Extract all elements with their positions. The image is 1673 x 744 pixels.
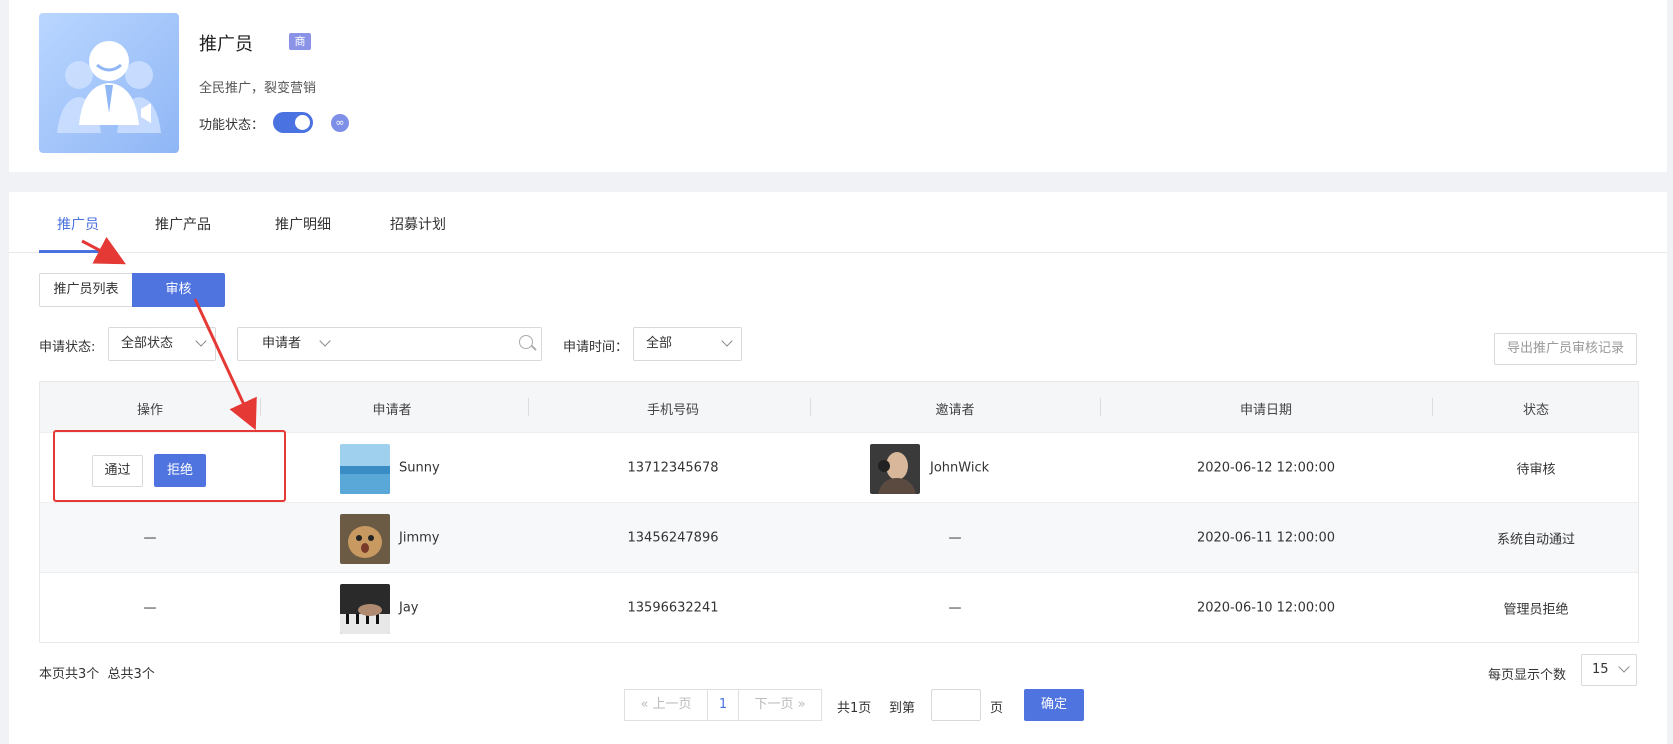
- page-number-button[interactable]: 1: [707, 689, 739, 721]
- status-text: 待审核: [1516, 462, 1556, 477]
- page-count-text: 本页共3个: [39, 667, 100, 682]
- applicant-avatar: [340, 444, 390, 494]
- total-count-text: 总共3个: [107, 667, 155, 682]
- apply-time-select[interactable]: 全部: [633, 327, 742, 361]
- segment-audit[interactable]: 审核: [132, 273, 225, 307]
- double-chevron-right-icon: »: [797, 697, 806, 712]
- next-page-label: 下一页: [754, 697, 794, 712]
- shop-badge: 商: [289, 33, 311, 50]
- applicant-name: Jimmy: [399, 530, 440, 545]
- reject-button[interactable]: 拒绝: [154, 454, 206, 487]
- status-text: 系统自动通过: [1496, 532, 1576, 547]
- total-pages-text: 共1页: [837, 701, 872, 716]
- inviter-name: —: [948, 530, 962, 545]
- column-header-phone: 手机号码: [646, 403, 700, 418]
- double-chevron-left-icon: «: [640, 697, 649, 712]
- page-summary: 本页共3个 总共3个: [39, 663, 155, 682]
- column-header-action: 操作: [136, 403, 164, 418]
- inviter-avatar: [870, 444, 920, 494]
- approve-button[interactable]: 通过: [92, 455, 143, 487]
- prev-page-button[interactable]: « 上一页: [624, 689, 708, 721]
- column-divider: [1100, 398, 1101, 416]
- phone-number: 13596632241: [627, 600, 719, 615]
- column-divider: [528, 398, 529, 416]
- segment-promoter-list[interactable]: 推广员列表: [39, 273, 133, 307]
- table-row: 通过 拒绝 Sunny 13712345678 JohnWick 2020-06…: [40, 432, 1638, 502]
- feature-header-card: 推广员 商 全民推广，裂变营销 功能状态： ∞: [9, 0, 1667, 172]
- goto-page-input[interactable]: [931, 689, 981, 721]
- apply-time-label: 申请时间：: [563, 340, 629, 355]
- export-audit-records-button[interactable]: 导出推广员审核记录: [1494, 333, 1637, 365]
- tab-promoted-products[interactable]: 推广产品: [155, 214, 211, 234]
- table-row: — Jay 13596632241 — 2020-06-10 12:00:00 …: [40, 572, 1638, 642]
- column-header-applicant: 申请者: [372, 403, 412, 418]
- status-text: 管理员拒绝: [1503, 602, 1569, 617]
- page-unit-label: 页: [990, 701, 1004, 716]
- chevron-down-icon: [721, 335, 733, 347]
- phone-number: 13712345678: [627, 460, 719, 475]
- goto-label: 到第: [889, 701, 916, 716]
- tab-bar: 推广员 推广产品 推广明细 招募计划: [9, 192, 1667, 253]
- inviter-name: JohnWick: [930, 460, 990, 475]
- apply-date: 2020-06-10 12:00:00: [1196, 600, 1336, 615]
- apply-date: 2020-06-11 12:00:00: [1196, 530, 1336, 545]
- apply-status-label: 申请状态:: [39, 340, 96, 355]
- column-divider: [810, 398, 811, 416]
- promoter-main-card: 推广员 推广产品 推广明细 招募计划 推广员列表 审核 申请状态: 全部状态 申…: [9, 192, 1667, 744]
- inviter-name: —: [948, 600, 962, 615]
- link-icon[interactable]: ∞: [331, 114, 349, 132]
- apply-date: 2020-06-12 12:00:00: [1196, 460, 1336, 475]
- confirm-goto-button[interactable]: 确定: [1024, 689, 1084, 721]
- active-tab-indicator: [39, 250, 101, 253]
- action-placeholder: —: [143, 530, 157, 545]
- table-row: — Jimmy 13456247896 — 2020-06-11 12:00:0…: [40, 502, 1638, 572]
- column-header-status: 状态: [1522, 403, 1550, 418]
- per-page-label: 每页显示个数: [1488, 668, 1567, 683]
- per-page-select[interactable]: 15: [1581, 654, 1637, 686]
- tab-recruitment-plan[interactable]: 招募计划: [390, 214, 446, 234]
- column-divider: [260, 398, 261, 416]
- chevron-down-icon: [319, 335, 331, 347]
- applicant-avatar: [340, 514, 390, 564]
- tab-promoter[interactable]: 推广员: [57, 214, 99, 234]
- applicant-name: Sunny: [399, 460, 440, 475]
- feature-status-toggle[interactable]: [273, 112, 313, 133]
- search-icon[interactable]: [519, 335, 533, 349]
- applicant-name: Jay: [399, 600, 419, 615]
- applicant-search-input[interactable]: [339, 327, 542, 361]
- feature-title: 推广员: [199, 34, 253, 55]
- table-header: 操作 申请者 手机号码 邀请者 申请日期 状态: [40, 382, 1638, 432]
- applicant-avatar: [340, 584, 390, 634]
- applicant-type-select[interactable]: 申请者: [237, 327, 340, 361]
- column-divider: [1432, 398, 1433, 416]
- audit-table: 操作 申请者 手机号码 邀请者 申请日期 状态 通过 拒绝 Sunny 1371…: [39, 381, 1639, 643]
- feature-status-label: 功能状态：: [199, 118, 265, 133]
- prev-page-label: 上一页: [652, 697, 692, 712]
- column-header-apply-date: 申请日期: [1239, 403, 1293, 418]
- phone-number: 13456247896: [627, 530, 719, 545]
- per-page-value: 15: [1592, 662, 1609, 677]
- tab-promotion-details[interactable]: 推广明细: [275, 214, 331, 234]
- chevron-down-icon: [1618, 661, 1630, 673]
- apply-status-value: 全部状态: [121, 336, 174, 351]
- action-placeholder: —: [143, 600, 157, 615]
- promoter-illustration: [39, 13, 179, 153]
- apply-status-select[interactable]: 全部状态: [108, 327, 216, 361]
- applicant-type-value: 申请者: [262, 336, 302, 351]
- chevron-down-icon: [195, 335, 207, 347]
- column-header-inviter: 邀请者: [935, 403, 975, 418]
- next-page-button[interactable]: 下一页 »: [738, 689, 822, 721]
- apply-time-value: 全部: [646, 336, 673, 351]
- feature-description: 全民推广，裂变营销: [199, 81, 317, 96]
